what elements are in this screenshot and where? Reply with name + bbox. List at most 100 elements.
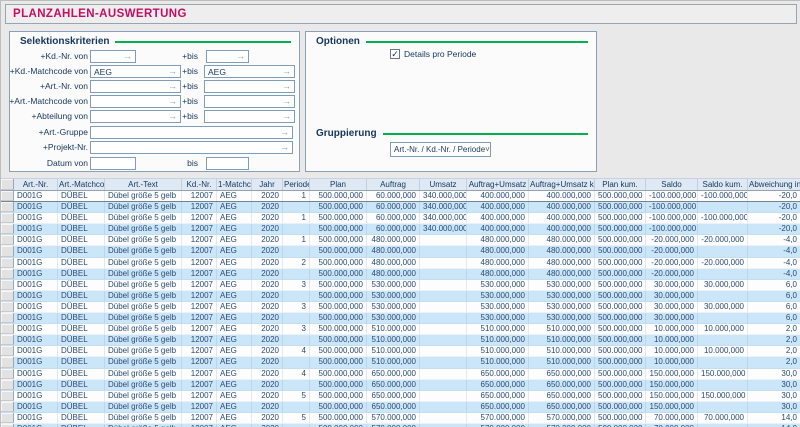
field-art-matchcode-from-input[interactable]: →	[90, 95, 181, 108]
row-selector[interactable]	[1, 213, 14, 223]
table-row[interactable]: D001GDÜBELDübel größe 5 gelb12007AEG2020…	[1, 357, 800, 368]
row-selector[interactable]	[1, 291, 14, 301]
row-selector[interactable]	[1, 191, 14, 201]
table-row[interactable]: D001GDÜBELDübel größe 5 gelb12007AEG2020…	[1, 202, 800, 213]
table-cell: 500.000,000	[310, 402, 367, 412]
lookup-arrow-icon[interactable]: →	[280, 142, 289, 153]
table-cell: AEG	[217, 402, 252, 412]
row-selector[interactable]	[1, 246, 14, 256]
table-row[interactable]: D001GDÜBELDübel größe 5 gelb12007AEG2020…	[1, 391, 800, 402]
row-selector[interactable]	[1, 235, 14, 245]
table-cell: 60.000,000	[367, 191, 420, 201]
column-header-auftrag[interactable]: Auftrag	[367, 179, 420, 190]
table-row[interactable]: D001GDÜBELDübel größe 5 gelb12007AEG2020…	[1, 380, 800, 391]
table-row[interactable]: D001GDÜBELDübel größe 5 gelb12007AEG2020…	[1, 235, 800, 246]
table-row[interactable]: D001GDÜBELDübel größe 5 gelb12007AEG2020…	[1, 346, 800, 357]
row-selector[interactable]	[1, 258, 14, 268]
lookup-arrow-icon[interactable]: →	[280, 127, 289, 138]
row-selector[interactable]	[1, 302, 14, 312]
row-selector[interactable]	[1, 269, 14, 279]
field-projekt-nr-from-input[interactable]: →	[90, 141, 293, 154]
details-pro-periode-checkbox[interactable]: ✓	[390, 49, 400, 59]
column-header-art-text[interactable]: Art.-Text	[105, 179, 182, 190]
field-abteilung-to-input[interactable]: →	[204, 110, 295, 123]
table-cell	[283, 313, 310, 323]
field-art-nr-from-input[interactable]: →	[90, 80, 181, 93]
row-selector[interactable]	[1, 324, 14, 334]
field-abteilung-from-input[interactable]: →	[90, 110, 181, 123]
column-header-periode[interactable]: Periode	[283, 179, 310, 190]
row-selector[interactable]	[1, 224, 14, 234]
gruppierung-select[interactable]: Art.-Nr. / Kd.-Nr. / Periode ˅	[390, 142, 491, 157]
row-selector[interactable]	[1, 380, 14, 390]
table-row[interactable]: D001GDÜBELDübel größe 5 gelb12007AEG2020…	[1, 313, 800, 324]
field-datum-to-input[interactable]	[206, 157, 249, 170]
column-header-plan-kum[interactable]: Plan kum.	[595, 179, 646, 190]
table-row[interactable]: D001GDÜBELDübel größe 5 gelb12007AEG2020…	[1, 369, 800, 380]
table-row[interactable]: D001GDÜBELDübel größe 5 gelb12007AEG2020…	[1, 291, 800, 302]
field-kd-matchcode-from-input[interactable]: AEG→	[90, 65, 181, 78]
table-cell: Dübel größe 5 gelb	[105, 280, 182, 290]
lookup-arrow-icon[interactable]: →	[123, 51, 132, 62]
field-kd-nr-to-input[interactable]: →	[206, 50, 249, 63]
table-cell: 30.000,000	[646, 280, 698, 290]
table-cell: 530.000,000	[367, 302, 420, 312]
row-selector[interactable]	[1, 313, 14, 323]
field-art-gruppe-label: +Art.-Gruppe	[8, 126, 88, 139]
column-header-plan[interactable]: Plan	[310, 179, 367, 190]
row-selector[interactable]	[1, 391, 14, 401]
table-cell: -100.000,000	[646, 191, 698, 201]
column-header-art-nr[interactable]: Art.-Nr.	[14, 179, 58, 190]
lookup-arrow-icon[interactable]: →	[236, 51, 245, 62]
field-art-gruppe-from-input[interactable]: →	[90, 126, 293, 139]
column-header-umsatz[interactable]: Umsatz	[420, 179, 467, 190]
row-selector[interactable]	[1, 413, 14, 423]
column-header-kd-nr[interactable]: Kd.-Nr.	[182, 179, 217, 190]
table-cell: 12007	[182, 280, 217, 290]
table-cell: 2,0	[748, 324, 800, 334]
table-row[interactable]: D001GDÜBELDübel größe 5 gelb12007AEG2020…	[1, 224, 800, 235]
row-selector[interactable]	[1, 402, 14, 412]
field-art-nr-to-input[interactable]: →	[204, 80, 295, 93]
lookup-arrow-icon[interactable]: →	[282, 66, 291, 77]
column-header-abweichung-in[interactable]: Abweichung in %	[748, 179, 800, 190]
column-header-art-matchcode[interactable]: Art.-Matchcode	[58, 179, 105, 190]
lookup-arrow-icon[interactable]: →	[282, 111, 291, 122]
row-selector[interactable]	[1, 202, 14, 212]
field-art-matchcode-to-input[interactable]: →	[204, 95, 295, 108]
table-cell: 500.000,000	[595, 335, 646, 345]
table-row[interactable]: D001GDÜBELDübel größe 5 gelb12007AEG2020…	[1, 402, 800, 413]
field-kd-nr-from-input[interactable]: →	[90, 50, 136, 63]
table-row[interactable]: D001GDÜBELDübel größe 5 gelb12007AEG2020…	[1, 269, 800, 280]
table-row[interactable]: D001GDÜBELDübel größe 5 gelb12007AEG2020…	[1, 213, 800, 224]
table-cell: -100.000,000	[646, 202, 698, 212]
lookup-arrow-icon[interactable]: →	[282, 81, 291, 92]
lookup-arrow-icon[interactable]: →	[282, 96, 291, 107]
field-datum-from-input[interactable]	[90, 157, 136, 170]
table-cell: AEG	[217, 258, 252, 268]
table-row[interactable]: D001GDÜBELDübel größe 5 gelb12007AEG2020…	[1, 246, 800, 257]
table-row[interactable]: D001GDÜBELDübel größe 5 gelb12007AEG2020…	[1, 191, 800, 202]
column-header-1-matchcoc[interactable]: 1-Matchcoc	[217, 179, 252, 190]
column-header-saldo-kum[interactable]: Saldo kum.	[698, 179, 748, 190]
field-kd-matchcode-to-input[interactable]: AEG→	[204, 65, 295, 78]
table-row[interactable]: D001GDÜBELDübel größe 5 gelb12007AEG2020…	[1, 413, 800, 424]
table-row[interactable]: D001GDÜBELDübel größe 5 gelb12007AEG2020…	[1, 324, 800, 335]
column-header-saldo[interactable]: Saldo	[646, 179, 698, 190]
column-header-auftrag-umsatz-kum[interactable]: Auftrag+Umsatz kum.	[529, 179, 595, 190]
table-row[interactable]: D001GDÜBELDübel größe 5 gelb12007AEG2020…	[1, 258, 800, 269]
table-cell: 480.000,000	[367, 269, 420, 279]
table-row[interactable]: D001GDÜBELDübel größe 5 gelb12007AEG2020…	[1, 302, 800, 313]
table-cell: 3	[283, 302, 310, 312]
table-cell: DÜBEL	[58, 269, 105, 279]
row-selector[interactable]	[1, 369, 14, 379]
table-row[interactable]: D001GDÜBELDübel größe 5 gelb12007AEG2020…	[1, 335, 800, 346]
row-selector[interactable]	[1, 346, 14, 356]
row-selector[interactable]	[1, 280, 14, 290]
column-header-jahr[interactable]: Jahr	[252, 179, 283, 190]
row-selector[interactable]	[1, 335, 14, 345]
table-cell: AEG	[217, 324, 252, 334]
column-header-auftrag-umsatz[interactable]: Auftrag+Umsatz	[467, 179, 529, 190]
table-row[interactable]: D001GDÜBELDübel größe 5 gelb12007AEG2020…	[1, 280, 800, 291]
row-selector[interactable]	[1, 357, 14, 367]
